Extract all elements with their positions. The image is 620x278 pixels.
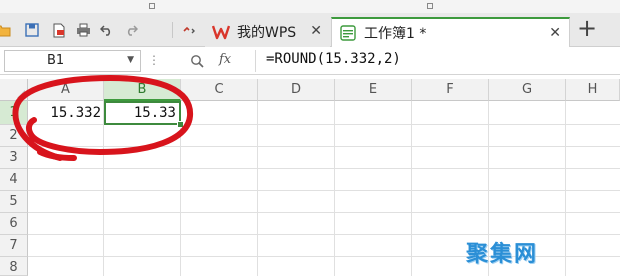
annotation-circle: [12, 75, 194, 161]
watermark-logo: 聚集网: [466, 242, 539, 267]
